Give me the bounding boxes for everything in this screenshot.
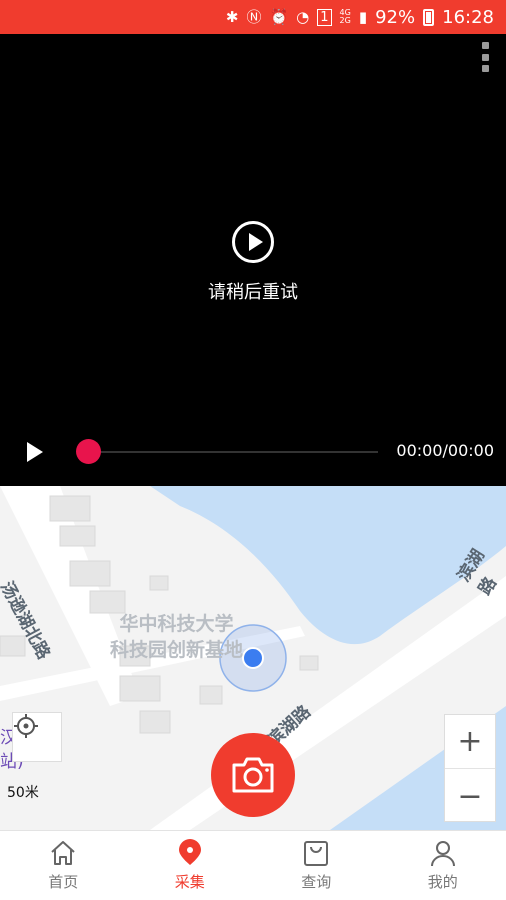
tab-profile[interactable]: 我的 (380, 831, 506, 900)
camera-button[interactable] (211, 733, 295, 817)
tab-label: 查询 (301, 873, 332, 891)
battery-percent: 92% (375, 6, 416, 28)
tab-label: 我的 (427, 873, 458, 891)
center-play-button[interactable] (232, 221, 274, 263)
collect-icon (178, 839, 201, 865)
tab-collect[interactable]: 采集 (127, 831, 254, 900)
sim-slot: 1 (317, 8, 332, 26)
network-type: 4G 2G (339, 8, 351, 25)
status-bar: ✱ Ⓝ ⏰ ◔ 1 4G 2G ▮ 92% 16:28 (0, 0, 506, 34)
tab-label: 首页 (48, 873, 79, 891)
video-player[interactable]: 请稍后重试 00:00/00:00 (0, 34, 506, 486)
zoom-in-button[interactable]: + (445, 715, 495, 769)
query-bag-icon (304, 841, 329, 866)
home-icon (51, 841, 75, 865)
zoom-controls: + − (444, 714, 496, 822)
progress-track[interactable] (88, 451, 378, 453)
my-location-button[interactable] (12, 712, 62, 762)
campus-label: 华中科技大学 科技园创新基地 (110, 613, 244, 661)
map-scale: 50米 (7, 785, 39, 801)
tab-query[interactable]: 查询 (253, 831, 380, 900)
play-icon[interactable] (27, 442, 43, 462)
wifi-icon: ◔ (296, 7, 310, 26)
location-dot (242, 647, 264, 669)
bottom-tab-bar: 首页 采集 查询 我的 (0, 830, 506, 900)
clock: 16:28 (442, 6, 494, 28)
time-display: 00:00/00:00 (396, 441, 494, 460)
tab-label: 采集 (174, 873, 205, 891)
alarm-icon: ⏰ (269, 7, 289, 26)
battery-icon (423, 8, 435, 26)
crosshair-icon (14, 714, 38, 738)
progress-thumb[interactable] (76, 439, 101, 464)
camera-icon (232, 757, 274, 793)
bluetooth-icon: ✱ (225, 7, 239, 26)
tab-home[interactable]: 首页 (0, 831, 127, 900)
more-options-icon[interactable] (480, 42, 490, 72)
signal-icon: ▮ (358, 7, 368, 26)
nfc-icon: Ⓝ (246, 7, 262, 26)
profile-icon (430, 841, 455, 867)
zoom-out-button[interactable]: − (445, 769, 495, 823)
retry-message: 请稍后重试 (208, 282, 298, 303)
